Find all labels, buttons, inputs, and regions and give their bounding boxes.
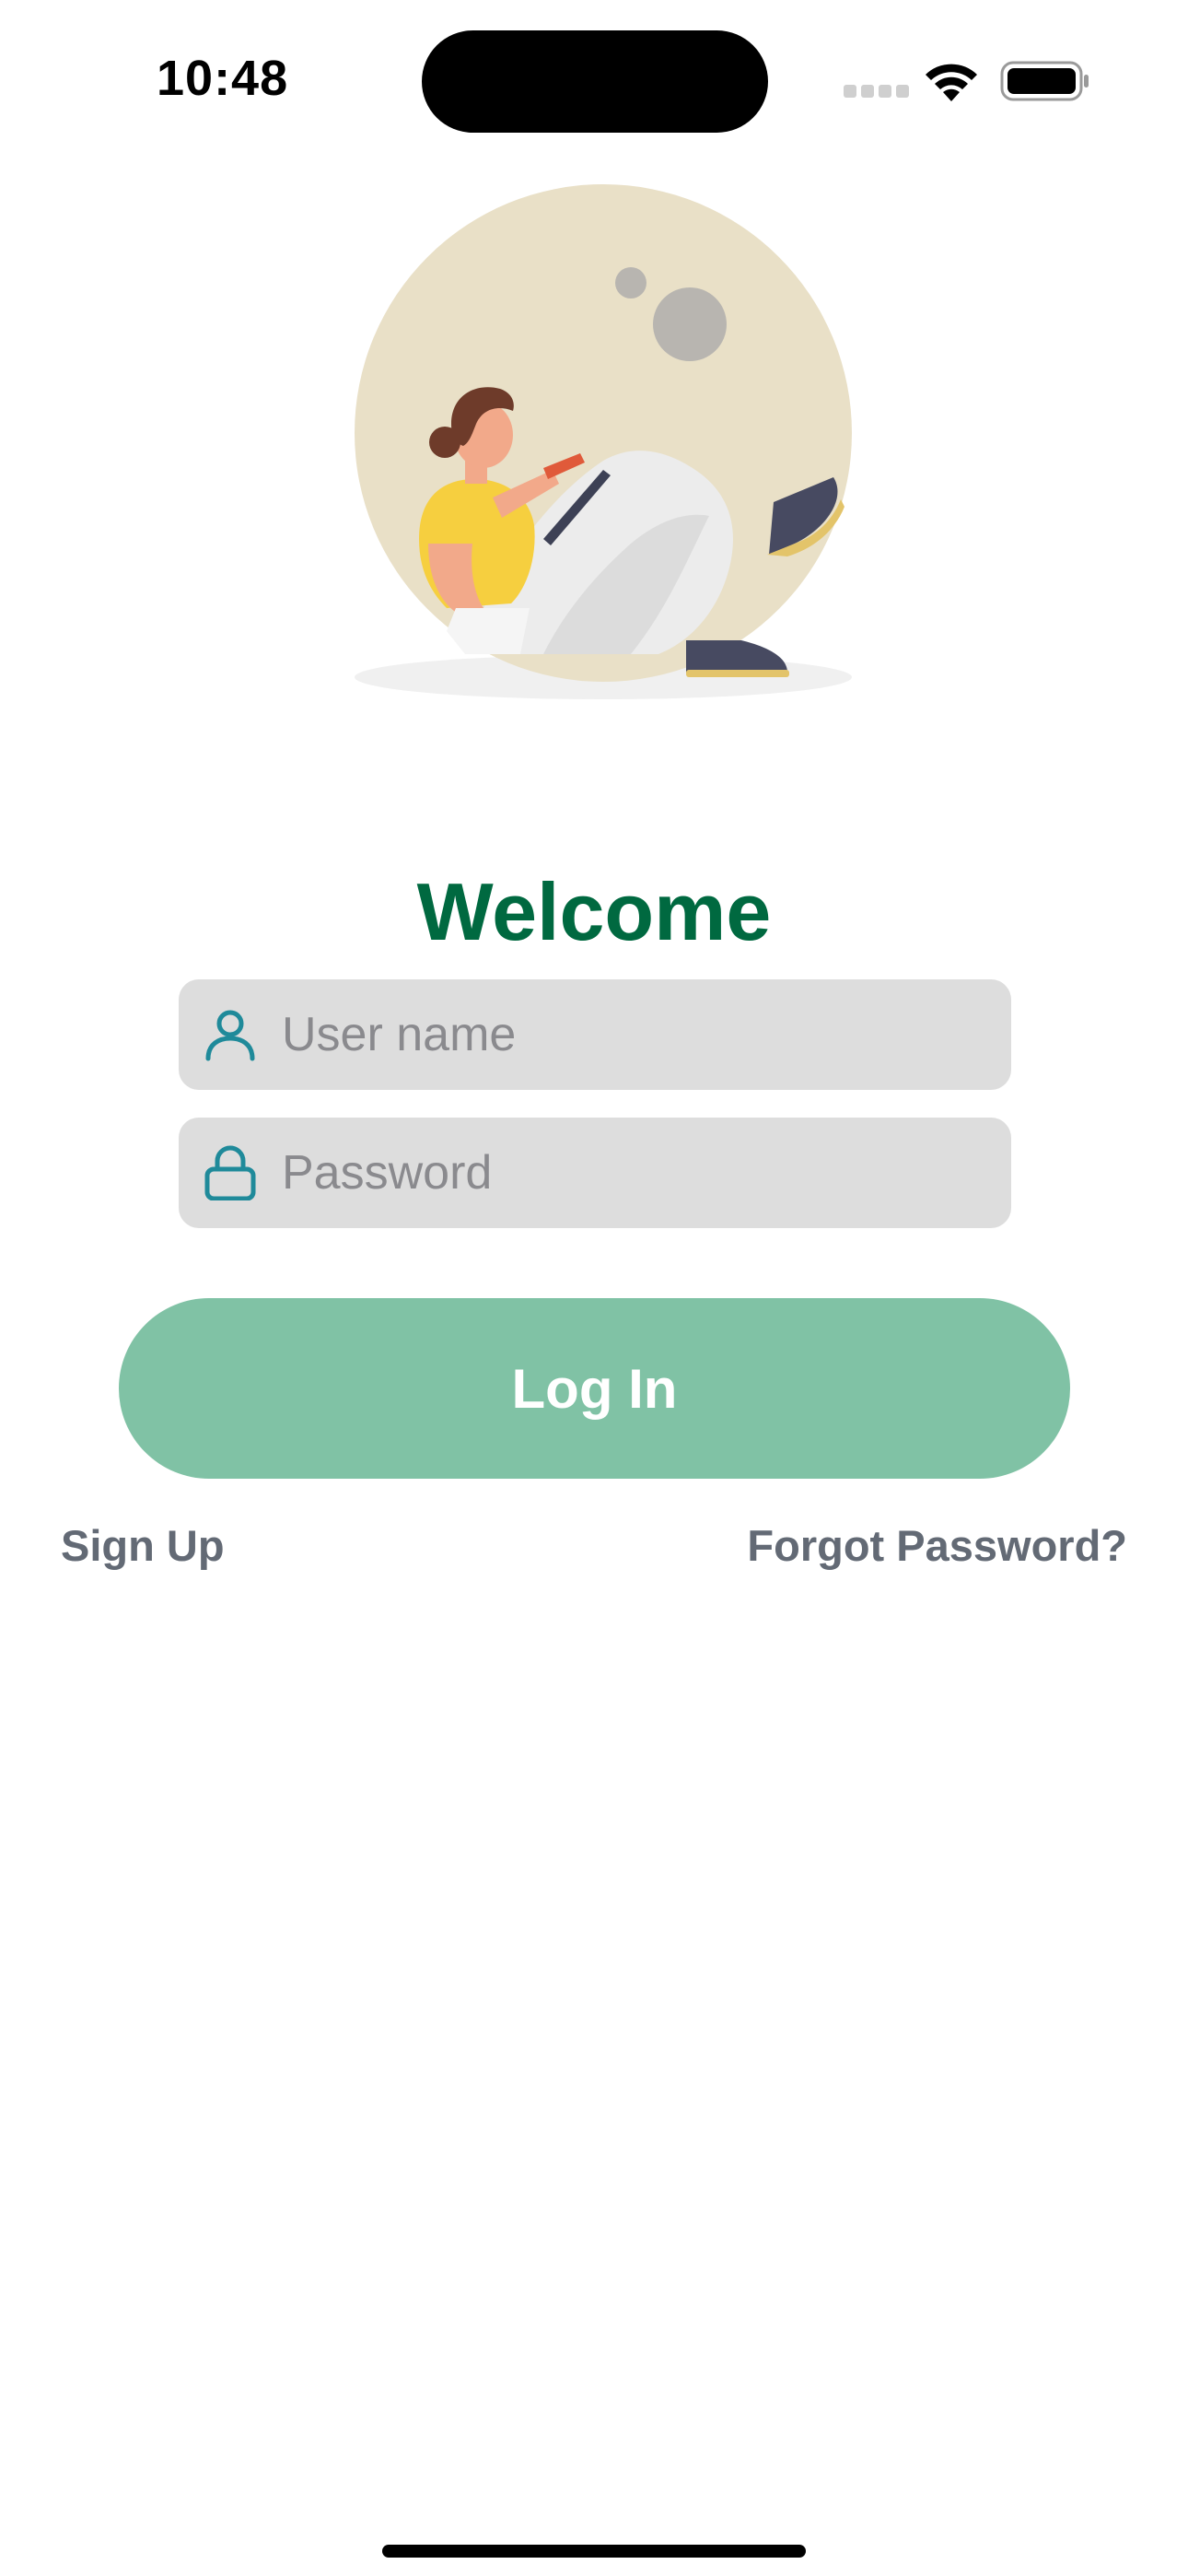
username-input[interactable] (282, 979, 982, 1090)
home-indicator[interactable] (382, 2545, 806, 2558)
dynamic-island (422, 30, 768, 133)
password-input[interactable] (282, 1118, 982, 1228)
lock-icon (204, 1145, 256, 1200)
battery-icon (1000, 61, 1089, 101)
login-button[interactable]: Log In (119, 1298, 1070, 1479)
wifi-icon (926, 64, 977, 101)
sign-up-link[interactable]: Sign Up (61, 1520, 225, 1571)
password-field[interactable] (179, 1118, 1011, 1228)
username-field[interactable] (179, 979, 1011, 1090)
welcome-title: Welcome (416, 865, 772, 957)
status-time: 10:48 (157, 51, 289, 106)
person-icon (205, 1010, 255, 1061)
status-bar: 10:48 (0, 0, 1188, 147)
cellular-signal-icon (844, 85, 909, 98)
forgot-password-link[interactable]: Forgot Password? (747, 1520, 1127, 1571)
welcome-illustration (355, 184, 852, 699)
